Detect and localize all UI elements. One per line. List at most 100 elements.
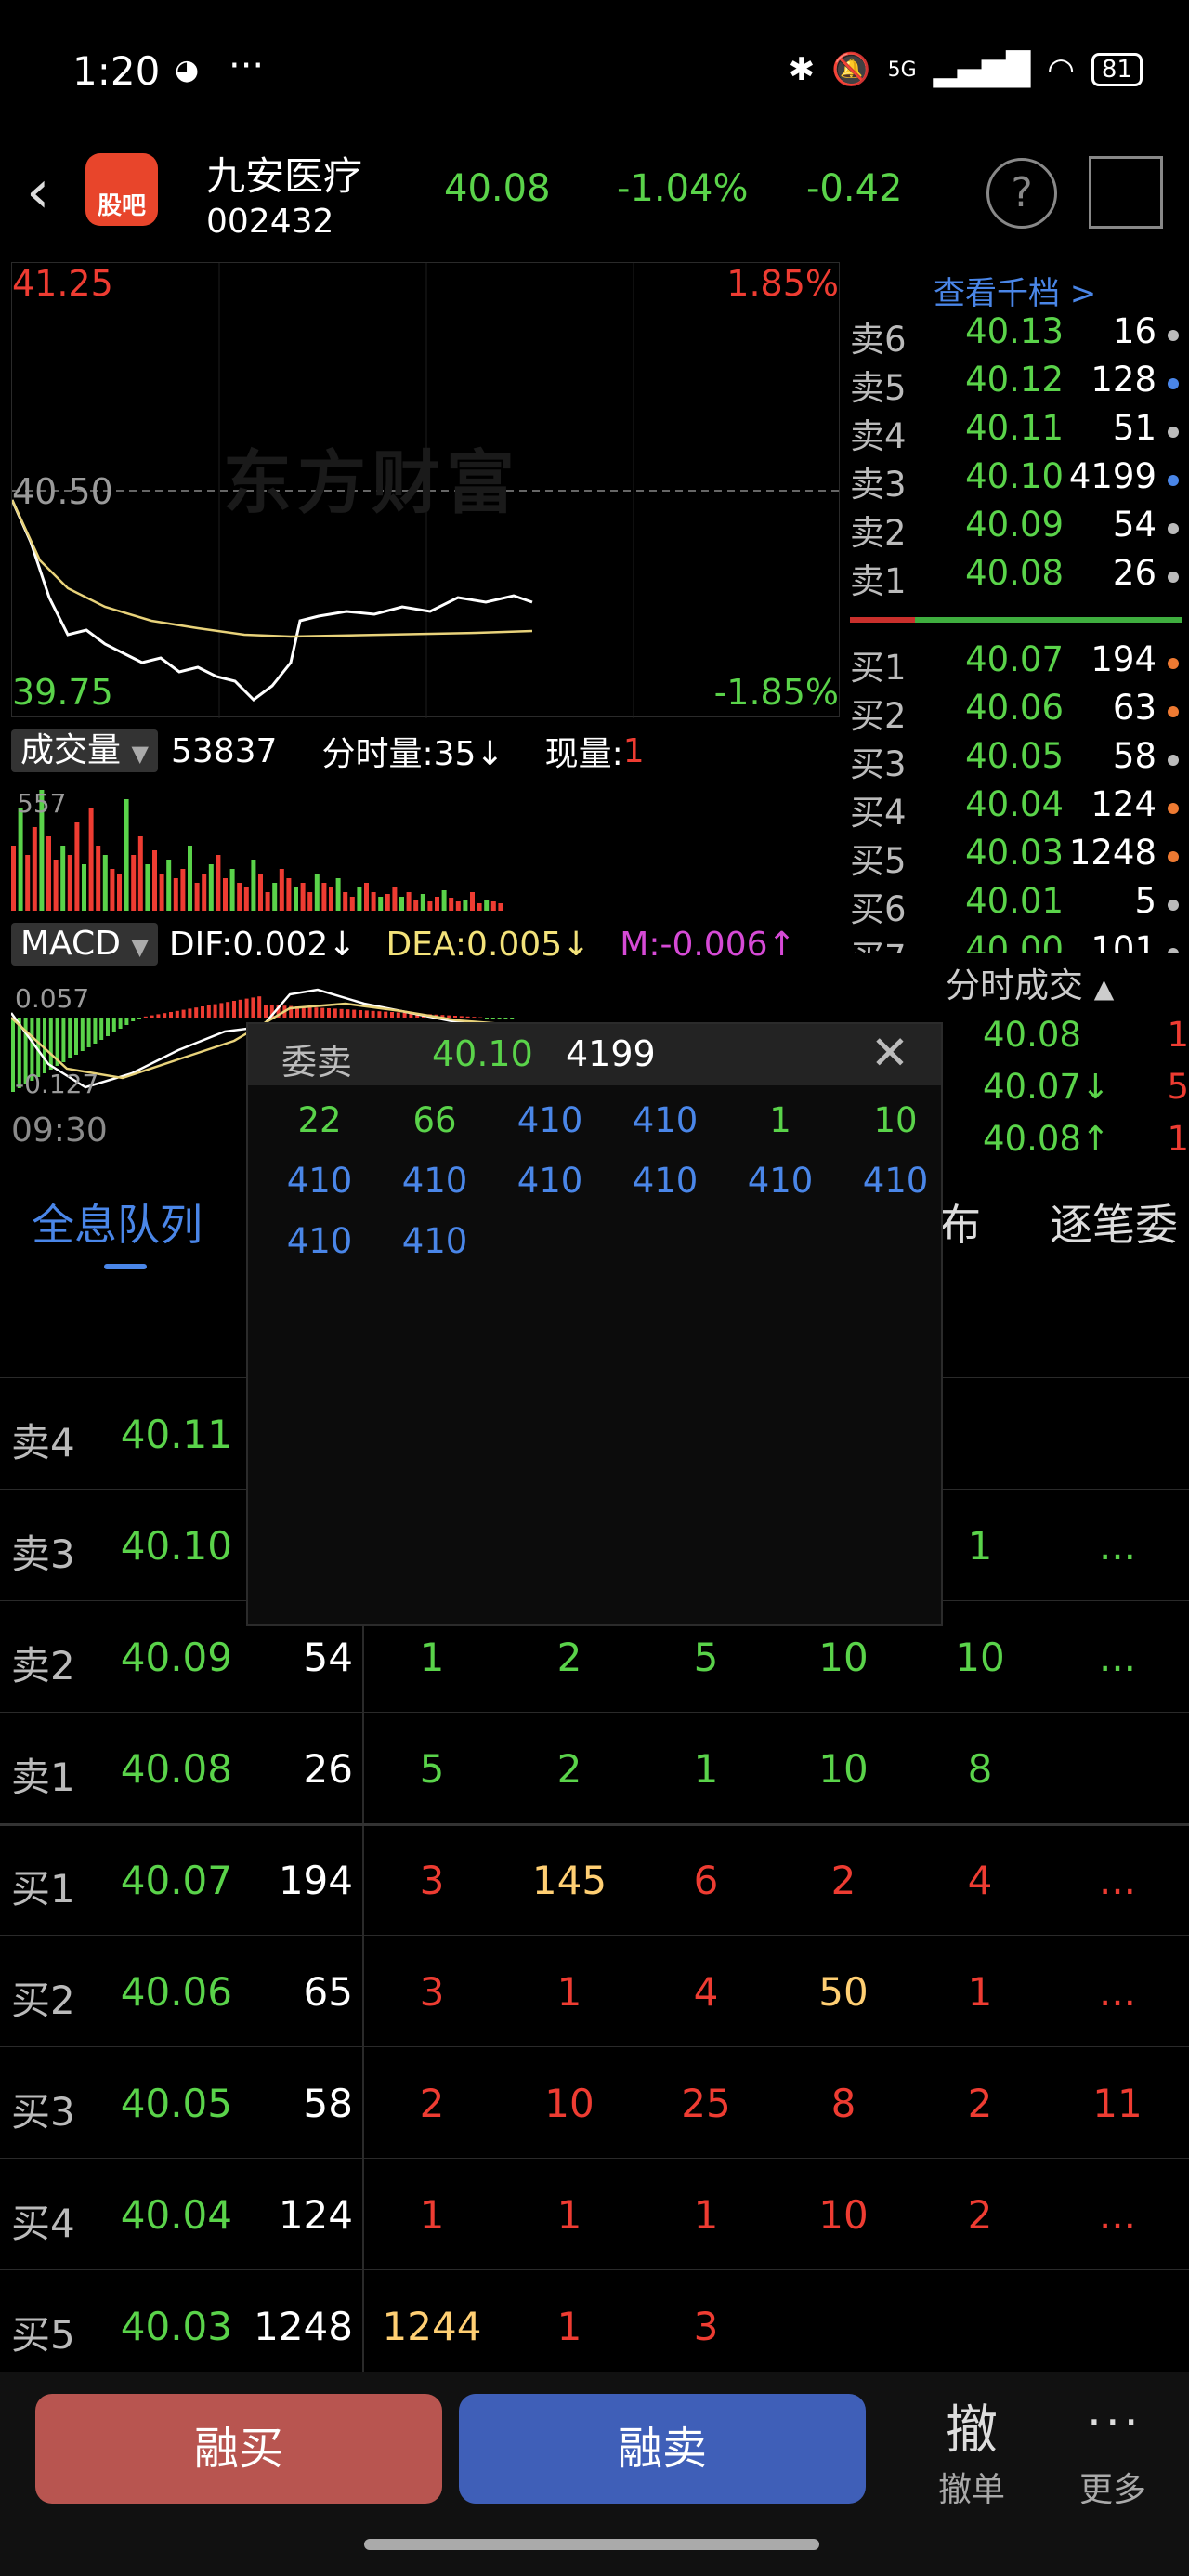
- cancel-order-button[interactable]: 撤单: [938, 2463, 1005, 2511]
- queue-order-cell: 2: [419, 2081, 445, 2126]
- volume-bar-mark: [335, 878, 341, 911]
- queue-order-cell: 1: [556, 2192, 582, 2238]
- bid-row[interactable]: 买5 40.03 1248: [850, 833, 1184, 881]
- macd-bar-mark: [364, 1010, 369, 1018]
- queue-order-cell: 50: [818, 1969, 869, 2015]
- bid-row[interactable]: 买2 40.06 63: [850, 688, 1184, 736]
- queue-row[interactable]: 卖1 40.08 26 5 2 1 10 8: [0, 1712, 1189, 1823]
- queue-volume: 1248: [254, 2304, 353, 2349]
- ask-row[interactable]: 卖4 40.11 51: [850, 408, 1184, 456]
- queue-row[interactable]: 买1 40.07 194 3 145 6 2 4...: [0, 1823, 1189, 1935]
- margin-sell-button[interactable]: 融卖: [459, 2394, 866, 2504]
- volume-bar-mark: [173, 878, 178, 911]
- macd-bar-mark: [251, 997, 255, 1018]
- macd-bar-mark: [181, 1009, 186, 1018]
- volume-bar-mark: [11, 846, 16, 911]
- header-change-pct: -1.04%: [617, 167, 749, 210]
- volume-bar-mark: [378, 897, 384, 911]
- volume-bar-mark: [385, 894, 390, 911]
- volume-bar-mark: [145, 864, 150, 911]
- volume-bar-mark: [371, 892, 376, 911]
- macd-bar-mark: [150, 1015, 154, 1018]
- tab-queue[interactable]: 全息队列: [32, 1191, 203, 1253]
- chart-low-pct-label: -1.85%: [713, 672, 839, 713]
- popup-order-cell: 66: [412, 1100, 457, 1140]
- macd-bar-mark: [402, 1012, 407, 1018]
- queue-price: 40.04: [120, 2192, 232, 2238]
- volume-bar-mark: [159, 874, 164, 911]
- macd-bar-mark: [371, 1010, 375, 1018]
- macd-bar-mark: [143, 1016, 148, 1018]
- popup-title: 委卖: [281, 1042, 353, 1083]
- guba-logo[interactable]: 股吧: [85, 153, 158, 226]
- volume-bar-mark: [357, 887, 362, 911]
- bid-row[interactable]: 买6 40.01 5: [850, 881, 1184, 929]
- home-indicator[interactable]: [364, 2539, 819, 2550]
- volume-bar-mark: [435, 897, 439, 911]
- cancel-order-icon[interactable]: 撤: [946, 2388, 998, 2464]
- help-icon[interactable]: ?: [986, 158, 1057, 229]
- ask-price: 40.08: [965, 553, 1064, 593]
- macd-bottom-tick: -0.127: [15, 1069, 99, 1099]
- popup-order-cell: 410: [862, 1161, 929, 1201]
- macd-bar-mark: [238, 999, 242, 1018]
- macd-bar-mark: [175, 1010, 179, 1018]
- ask-row[interactable]: 卖5 40.12 128: [850, 360, 1184, 408]
- bid-qty: 5: [1134, 881, 1156, 921]
- volume-bar-mark: [74, 822, 80, 911]
- bid-label: 买3: [850, 744, 907, 784]
- macd-bar-mark: [124, 1018, 129, 1025]
- macd-bar-mark: [48, 1018, 53, 1070]
- macd-bar-mark: [131, 1018, 136, 1021]
- tab-order-detail[interactable]: 逐笔委: [1050, 1191, 1178, 1253]
- bid-row[interactable]: 买1 40.07 194: [850, 639, 1184, 688]
- volume-bar-mark: [53, 860, 59, 911]
- close-icon[interactable]: ✕: [870, 1026, 909, 1080]
- layout-switch-icon[interactable]: [1089, 156, 1163, 229]
- volume-bar-mark: [364, 883, 369, 911]
- ask-row[interactable]: 卖3 40.10 4199: [850, 456, 1184, 505]
- queue-row[interactable]: 买4 40.04 124 1 1 1 10 2...: [0, 2158, 1189, 2269]
- level-dot-icon: [1168, 658, 1179, 669]
- queue-order-cell: 4: [967, 1858, 993, 1903]
- ask-label: 卖4: [850, 416, 907, 456]
- ask-price: 40.12: [965, 360, 1064, 400]
- ticks-title[interactable]: 分时成交 ▲: [946, 957, 1114, 1007]
- queue-row[interactable]: 买5 40.03 1248 1244 1 3: [0, 2269, 1189, 2381]
- queue-level-label: 卖1: [11, 1755, 75, 1800]
- level-dot-icon: [1168, 851, 1179, 862]
- volume-bar-mark: [18, 808, 23, 911]
- popup-order-cell: 410: [401, 1221, 468, 1261]
- more-button[interactable]: 更多: [1079, 2463, 1146, 2511]
- ask-row[interactable]: 卖1 40.08 26: [850, 553, 1184, 601]
- queue-order-cell: 10: [818, 2192, 869, 2238]
- queue-row[interactable]: 买3 40.05 58 2 10 25 8 2 11: [0, 2046, 1189, 2158]
- tick-qty: 1: [1167, 1119, 1189, 1159]
- queue-row[interactable]: 买2 40.06 65 3 1 4 50 1...: [0, 1935, 1189, 2046]
- bid-qty: 194: [1091, 639, 1156, 679]
- back-icon[interactable]: ‹: [26, 158, 50, 227]
- queue-order-cell: 1: [693, 1746, 719, 1792]
- minute-volume: 分时量:35↓: [321, 735, 504, 773]
- volume-bar-mark: [237, 883, 242, 911]
- more-icon[interactable]: ···: [1087, 2396, 1143, 2450]
- volume-selector[interactable]: 成交量 ▼: [11, 729, 158, 772]
- bid-row[interactable]: 买7 40.00 101: [850, 929, 1184, 953]
- ask-row[interactable]: 卖2 40.09 54: [850, 505, 1184, 553]
- macd-bar-mark: [333, 1008, 337, 1018]
- ask-queue-popup: 委卖 40.10 4199 ✕ 22 66 410 410 1 10 410 410 410 41…: [246, 1022, 943, 1626]
- bid-row[interactable]: 买3 40.05 58: [850, 736, 1184, 784]
- ask-row[interactable]: 卖6 40.13 16: [850, 311, 1184, 360]
- margin-buy-button[interactable]: 融买: [35, 2394, 442, 2504]
- macd-bar-mark: [188, 1008, 192, 1018]
- macd-selector[interactable]: MACD ▼: [11, 923, 158, 966]
- queue-order-cell: 25: [681, 2081, 731, 2126]
- volume-chart[interactable]: 557: [11, 781, 840, 911]
- ask-label: 卖6: [850, 320, 907, 360]
- view-1000-levels-link[interactable]: 查看千档 >: [934, 268, 1096, 313]
- queue-price: 40.07: [120, 1858, 232, 1903]
- bid-row[interactable]: 买4 40.04 124: [850, 784, 1184, 833]
- popup-order-cell: 410: [401, 1161, 468, 1201]
- bid-qty: 58: [1112, 736, 1156, 776]
- volume-bar-mark: [258, 874, 263, 911]
